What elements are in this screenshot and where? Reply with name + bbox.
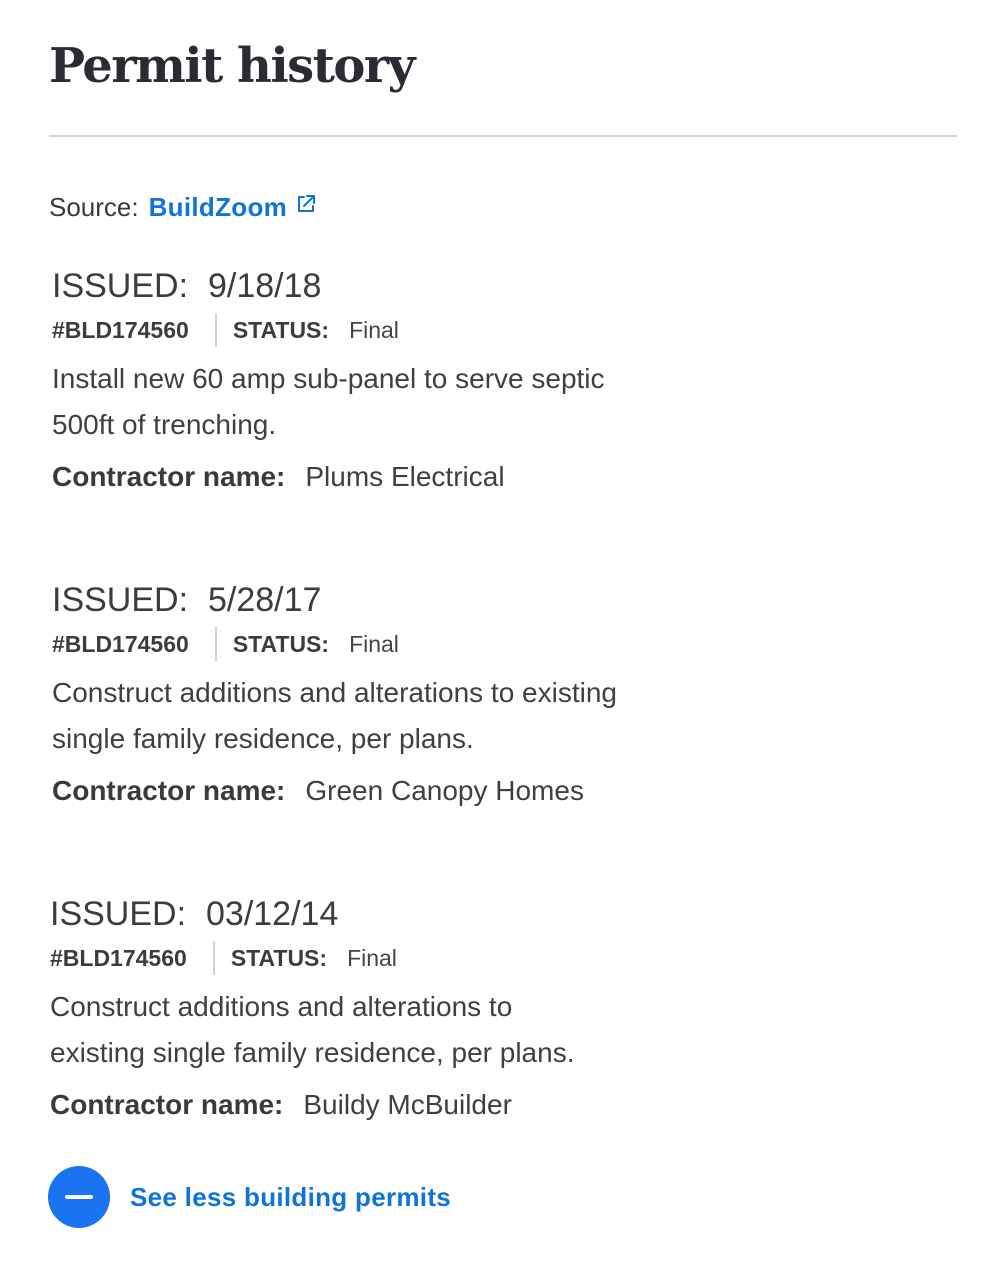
permit-meta: #BLD174560 STATUS: Final [52,624,752,664]
permit-number: #BLD174560 [52,316,189,343]
issued-date: 5/28/17 [208,580,322,619]
issued-label: ISSUED: [52,266,189,305]
permit-entry: ISSUED: 03/12/14 #BLD174560 STATUS: Fina… [50,892,750,1128]
meta-separator [214,313,217,347]
source-row: Source: BuildZoom [49,189,317,225]
description-line: Construct additions and alterations to e… [52,677,617,708]
issued-label: ISSUED: [52,580,189,619]
meta-separator [214,627,217,661]
source-label: Source: [49,191,139,222]
permit-entry: ISSUED: 9/18/18 #BLD174560 STATUS: Final… [52,264,752,500]
contractor-row: Contractor name: Buildy McBuilder [50,1082,750,1128]
permit-number: #BLD174560 [50,944,187,971]
description-line: single family residence, per plans. [52,723,474,754]
permit-description: Construct additions and alterations to e… [50,984,750,1076]
issued-row: ISSUED: 03/12/14 [50,892,750,936]
permit-description: Construct additions and alterations to e… [52,670,752,762]
minus-circle-icon[interactable] [48,1166,110,1228]
title-divider [49,135,957,137]
status-label: STATUS: [232,316,330,343]
permit-description: Install new 60 amp sub-panel to serve se… [52,356,752,448]
contractor-label: Contractor name: [52,775,286,806]
permit-meta: #BLD174560 STATUS: Final [50,938,750,978]
issued-row: ISSUED: 5/28/17 [52,578,752,622]
status-value: Final [347,944,397,971]
contractor-name: Plums Electrical [305,461,505,492]
issued-date: 03/12/14 [206,894,339,933]
permit-meta: #BLD174560 STATUS: Final [52,310,752,350]
contractor-label: Contractor name: [52,461,286,492]
issued-label: ISSUED: [50,894,187,933]
contractor-name: Green Canopy Homes [305,775,584,806]
see-less-permits-button[interactable]: See less building permits [48,1166,451,1228]
buildzoom-link[interactable]: BuildZoom [149,192,287,223]
permit-entry: ISSUED: 5/28/17 #BLD174560 STATUS: Final… [52,578,752,814]
meta-separator [212,941,215,975]
contractor-row: Contractor name: Green Canopy Homes [52,768,752,814]
permit-number: #BLD174560 [52,630,189,657]
see-less-permits-label[interactable]: See less building permits [130,1182,451,1213]
description-line: existing single family residence, per pl… [50,1037,575,1068]
issued-row: ISSUED: 9/18/18 [52,264,752,308]
status-value: Final [349,630,399,657]
status-label: STATUS: [232,630,330,657]
status-label: STATUS: [230,944,328,971]
issued-date: 9/18/18 [208,266,322,305]
contractor-label: Contractor name: [50,1089,284,1120]
status-value: Final [349,316,399,343]
page-title: Permit history [49,38,416,94]
external-link-icon[interactable] [295,191,317,213]
contractor-row: Contractor name: Plums Electrical [52,454,752,500]
contractor-name: Buildy McBuilder [303,1089,512,1120]
description-line: Construct additions and alterations to [50,991,513,1022]
description-line: 500ft of trenching. [52,409,277,440]
description-line: Install new 60 amp sub-panel to serve se… [52,363,605,394]
